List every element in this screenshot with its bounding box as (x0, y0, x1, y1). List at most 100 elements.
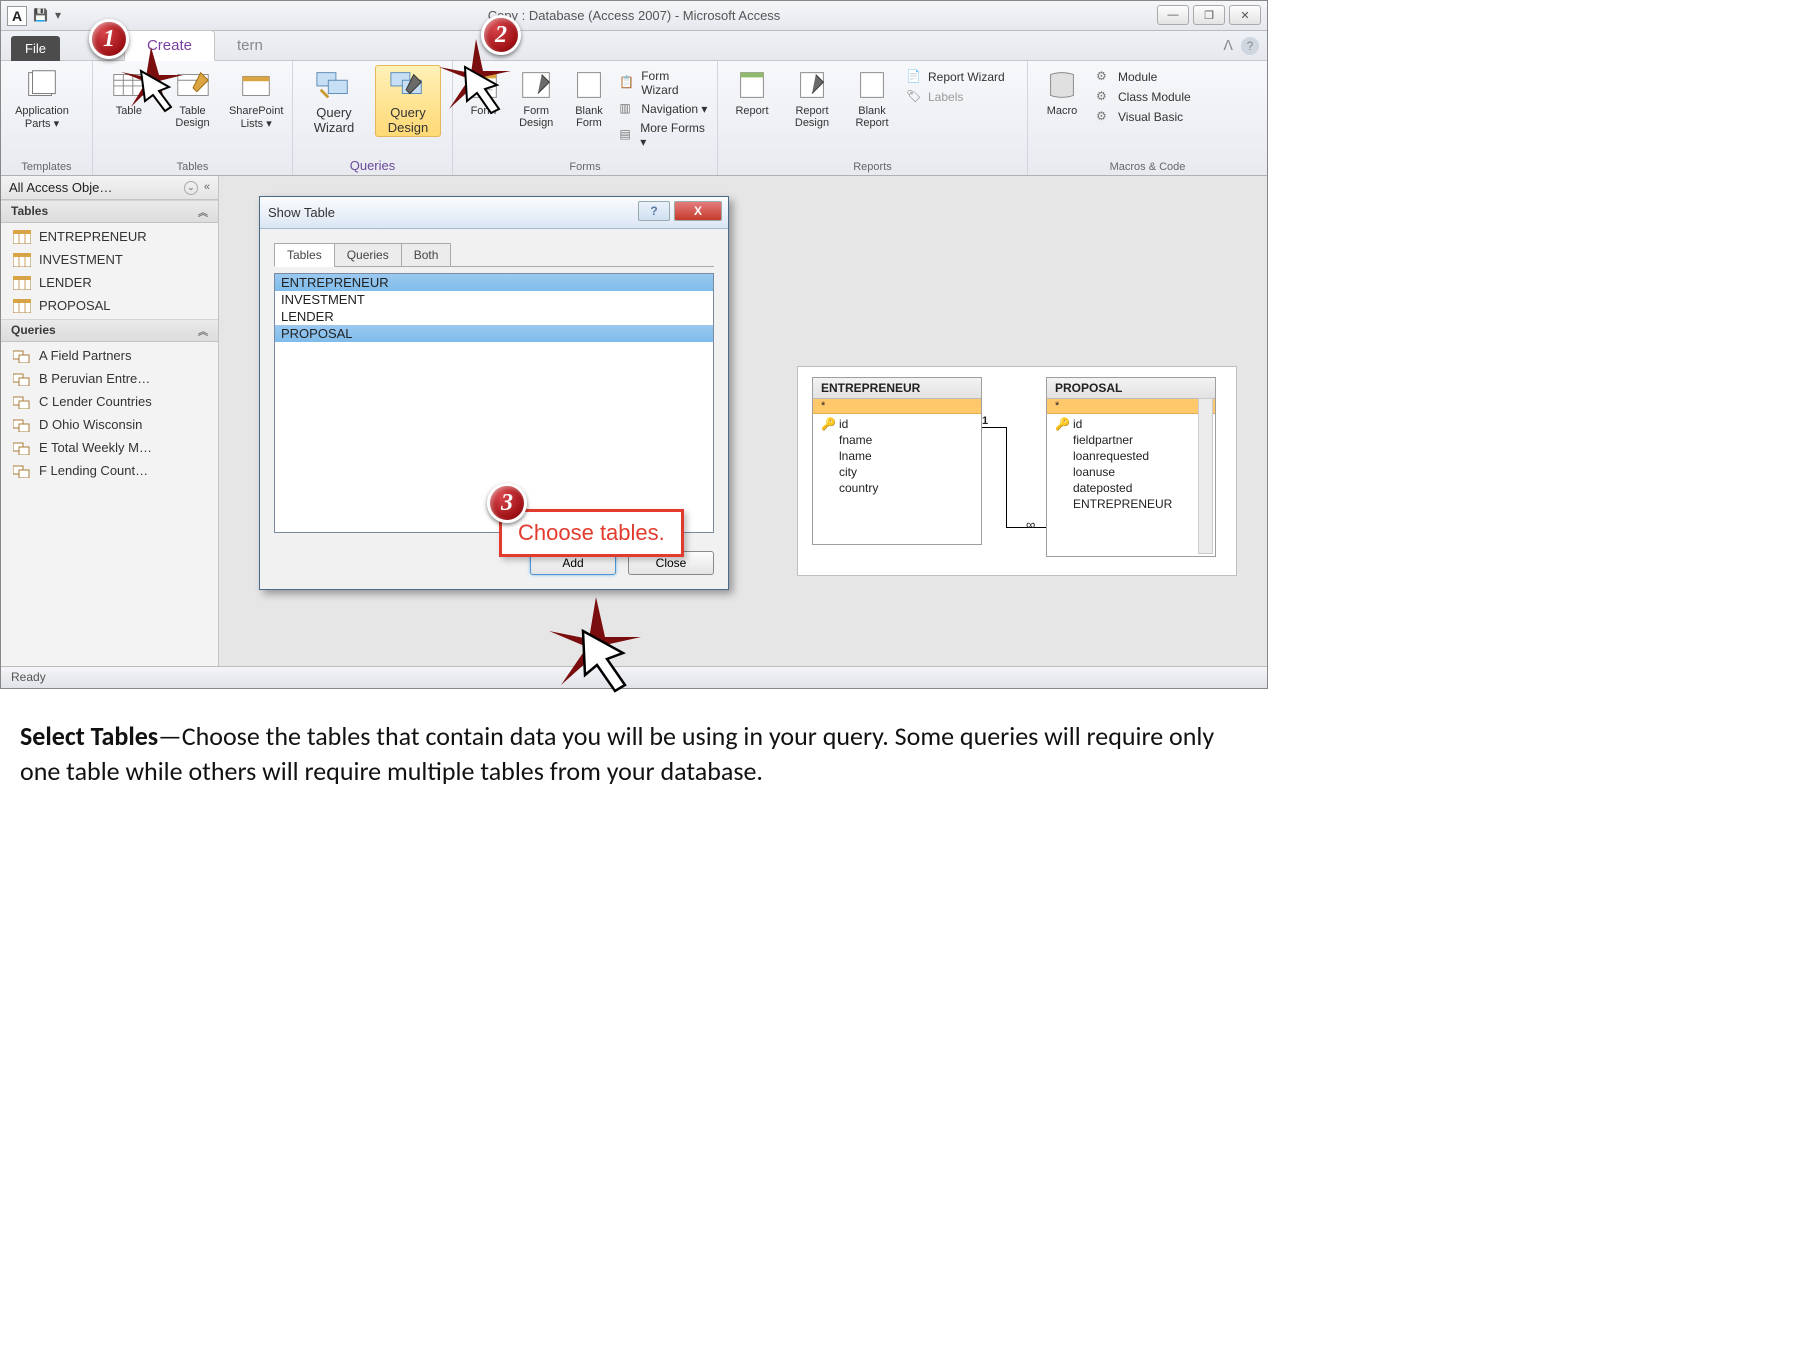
scrollbar[interactable] (1198, 398, 1213, 554)
vb-icon: ⚙ (1096, 109, 1112, 125)
nav-query-item[interactable]: C Lender Countries (1, 390, 218, 413)
minimize-button[interactable]: — (1157, 5, 1189, 25)
module-icon: ⚙ (1096, 69, 1112, 85)
caption-lead: Select Tables (20, 720, 158, 752)
table-icon (109, 67, 149, 103)
rel-field[interactable]: country (813, 480, 981, 496)
access-logo-icon: A (7, 6, 27, 26)
report-button[interactable]: Report (726, 65, 778, 117)
rel-field[interactable]: dateposted (1047, 480, 1215, 496)
annotation-badge-3: 3 (487, 483, 527, 523)
report-design-button[interactable]: Report Design (786, 65, 838, 129)
maximize-button[interactable]: ❐ (1193, 5, 1225, 25)
nav-dropdown-icon[interactable]: ⌄ (184, 181, 198, 195)
form-wizard-button[interactable]: 📋Form Wizard (619, 69, 709, 97)
form-design-icon (516, 67, 556, 103)
nav-collapse-button[interactable]: « (204, 181, 210, 195)
nav-query-item[interactable]: F Lending Count… (1, 459, 218, 482)
ribbon: Application Parts ▾ Templates Table Tabl… (1, 61, 1267, 176)
annotation-badge-1: 1 (89, 19, 129, 59)
rel-field[interactable]: 🔑id (1047, 416, 1215, 432)
blank-report-button[interactable]: Blank Report (846, 65, 898, 129)
nav-category-queries[interactable]: Queries︽ (1, 319, 218, 342)
help-icon[interactable]: ? (1241, 37, 1259, 55)
dialog-close-button[interactable]: X (674, 201, 722, 221)
navigation-pane: All Access Obje… ⌄ « Tables︽ ENTREPRENEU… (1, 176, 219, 666)
file-tab[interactable]: File (11, 36, 60, 61)
nav-pane-header[interactable]: All Access Obje… ⌄ « (1, 176, 218, 200)
nav-category-tables[interactable]: Tables︽ (1, 200, 218, 223)
class-module-button[interactable]: ⚙Class Module (1096, 89, 1191, 105)
access-window: A 💾 ▾ Copy : Database (Access 2007) - Mi… (0, 0, 1268, 689)
rel-field[interactable]: lname (813, 448, 981, 464)
nav-query-item[interactable]: E Total Weekly M… (1, 436, 218, 459)
table-button[interactable]: Table (101, 65, 157, 117)
relationship-diagram: ENTREPRENEUR * 🔑idfnamelnamecitycountry … (797, 366, 1237, 576)
query-design-icon (388, 67, 428, 103)
group-tables: Table Table Design SharePoint Lists ▾ Ta… (93, 61, 293, 175)
more-forms-button[interactable]: ▤More Forms ▾ (619, 121, 709, 149)
nav-table-item[interactable]: PROPOSAL (1, 294, 218, 317)
status-text: Ready (11, 670, 46, 684)
rel-field[interactable]: ENTREPRENEUR (1047, 496, 1215, 512)
window-title: Copy : Database (Access 2007) - Microsof… (1, 8, 1267, 23)
query-design-button[interactable]: Query Design (375, 65, 441, 137)
nav-table-item[interactable]: ENTREPRENEUR (1, 225, 218, 248)
list-item[interactable]: PROPOSAL (275, 325, 713, 342)
dialog-help-button[interactable]: ? (638, 201, 670, 221)
rel-field[interactable]: 🔑id (813, 416, 981, 432)
list-item[interactable]: ENTREPRENEUR (275, 274, 713, 291)
nav-query-item[interactable]: D Ohio Wisconsin (1, 413, 218, 436)
dialog-tab-tables[interactable]: Tables (274, 243, 335, 267)
chevron-up-icon: ︽ (198, 204, 208, 219)
table-design-icon (173, 67, 213, 103)
class-module-icon: ⚙ (1096, 89, 1112, 105)
group-reports: Report Report Design Blank Report 📄Repor… (718, 61, 1028, 175)
rel-field[interactable]: fieldpartner (1047, 432, 1215, 448)
save-icon[interactable]: 💾 (33, 8, 49, 24)
nav-query-item[interactable]: B Peruvian Entre… (1, 367, 218, 390)
rel-field[interactable]: loanrequested (1047, 448, 1215, 464)
titlebar: A 💾 ▾ Copy : Database (Access 2007) - Mi… (1, 1, 1267, 31)
module-button[interactable]: ⚙Module (1096, 69, 1191, 85)
nav-table-item[interactable]: LENDER (1, 271, 218, 294)
close-button[interactable]: ✕ (1229, 5, 1261, 25)
sharepoint-lists-button[interactable]: SharePoint Lists ▾ (228, 65, 284, 130)
report-wizard-icon: 📄 (906, 69, 922, 85)
application-parts-icon (22, 67, 62, 103)
application-parts-button[interactable]: Application Parts ▾ (9, 65, 75, 130)
rel-box-proposal[interactable]: PROPOSAL * 🔑idfieldpartnerloanrequestedl… (1046, 377, 1216, 557)
ribbon-collapse-icon[interactable]: ᐱ (1223, 37, 1233, 55)
form-design-button[interactable]: Form Design (514, 65, 559, 129)
dialog-title-text: Show Table (268, 205, 335, 220)
dialog-tab-queries[interactable]: Queries (334, 243, 402, 267)
cardinality-many: ∞ (1026, 517, 1033, 532)
blank-form-button[interactable]: Blank Form (567, 65, 612, 129)
create-tab[interactable]: Create (124, 30, 215, 61)
sharepoint-icon (236, 67, 276, 103)
form-button[interactable]: Form (461, 65, 506, 117)
dialog-titlebar[interactable]: Show Table ? X (260, 197, 728, 229)
rel-field[interactable]: city (813, 464, 981, 480)
rel-field[interactable]: fname (813, 432, 981, 448)
nav-table-item[interactable]: INVESTMENT (1, 248, 218, 271)
wizard-icon: 📋 (619, 75, 635, 91)
macro-button[interactable]: Macro (1036, 65, 1088, 117)
rel-box-entrepreneur[interactable]: ENTREPRENEUR * 🔑idfnamelnamecitycountry (812, 377, 982, 545)
rel-field[interactable]: loanuse (1047, 464, 1215, 480)
report-wizard-button[interactable]: 📄Report Wizard (906, 69, 1005, 85)
table-design-button[interactable]: Table Design (165, 65, 221, 129)
qat-dropdown-icon[interactable]: ▾ (55, 8, 71, 24)
list-item[interactable]: INVESTMENT (275, 291, 713, 308)
labels-icon: 🏷 (906, 89, 922, 105)
nav-query-item[interactable]: A Field Partners (1, 344, 218, 367)
dialog-tab-both[interactable]: Both (401, 243, 452, 267)
external-tab-fragment[interactable]: tern (215, 31, 285, 60)
list-item[interactable]: LENDER (275, 308, 713, 325)
group-queries: Query Wizard Query Design Queries (293, 61, 453, 175)
query-wizard-icon (314, 67, 354, 103)
visual-basic-button[interactable]: ⚙Visual Basic (1096, 109, 1191, 125)
labels-button[interactable]: 🏷Labels (906, 89, 1005, 105)
navigation-button[interactable]: ▥Navigation ▾ (619, 101, 709, 117)
query-wizard-button[interactable]: Query Wizard (301, 65, 367, 135)
